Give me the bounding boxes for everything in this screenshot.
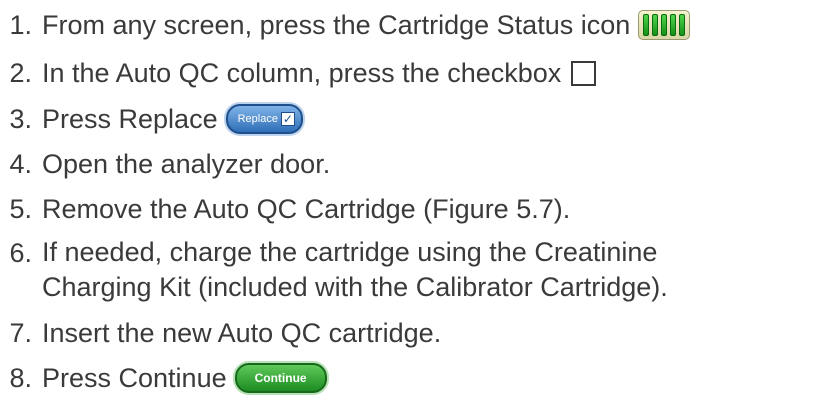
step-text: Press Continue [42, 363, 227, 393]
replace-button-label: Replace [237, 113, 278, 125]
step-number: 1. [9, 10, 32, 40]
step-number: 7. [9, 318, 32, 348]
step-text: Open the analyzer door. [42, 149, 331, 179]
step-text: From any screen, press the Cartridge Sta… [42, 10, 631, 40]
checkbox-icon [571, 60, 597, 86]
step-number: 3. [9, 104, 32, 134]
step-7: 7. Insert the new Auto QC cartridge. [0, 315, 441, 351]
step-number: 6. [9, 238, 32, 268]
step-number: 5. [9, 194, 32, 224]
cartridge-status-icon [638, 10, 691, 40]
step-3: 3. Press Replace Replace ✓ [0, 101, 303, 137]
continue-button-icon: Continue [234, 363, 327, 393]
step-number: 2. [9, 58, 32, 88]
step-number: 4. [9, 149, 32, 179]
step-2: 2. In the Auto QC column, press the chec… [0, 55, 597, 91]
step-1: 1. From any screen, press the Cartridge … [0, 7, 691, 43]
step-8: 8. Press Continue Continue [0, 360, 327, 396]
step-number: 8. [9, 363, 32, 393]
step-text: Remove the Auto QC Cartridge (Figure 5.7… [42, 194, 571, 224]
step-text: Insert the new Auto QC cartridge. [42, 318, 442, 348]
step-text: In the Auto QC column, press the checkbo… [42, 58, 562, 88]
step-4: 4. Open the analyzer door. [0, 146, 330, 182]
continue-button-label: Continue [254, 371, 307, 385]
step-text: If needed, charge the cartridge using th… [42, 237, 668, 302]
checkbox-checked-icon: ✓ [280, 112, 295, 126]
step-text: Press Replace [42, 104, 218, 134]
step-6: 6. If needed, charge the cartridge using… [0, 235, 772, 305]
replace-button-icon: Replace ✓ [225, 104, 303, 134]
step-5: 5. Remove the Auto QC Cartridge (Figure … [0, 191, 570, 227]
